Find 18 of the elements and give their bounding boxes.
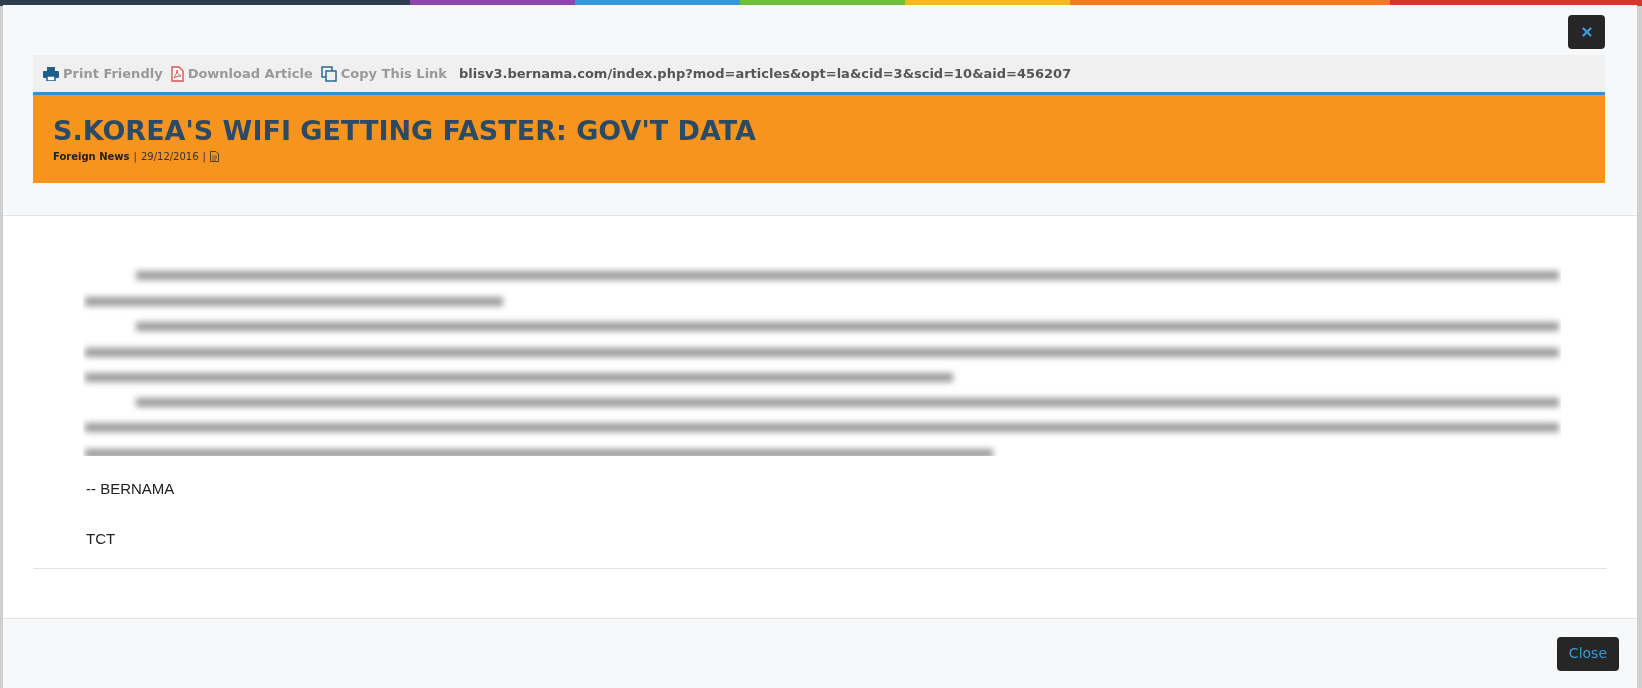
article-url: blisv3.bernama.com/index.php?mod=articles&opt=la&cid=3&scid=10&aid=456207 — [459, 64, 1072, 83]
toolbar-link[interactable]: Download Article — [170, 63, 313, 84]
signature-line: TCT — [86, 530, 117, 548]
toolbar-link[interactable]: Print Friendly — [43, 63, 163, 84]
separator: | — [133, 150, 137, 164]
date-label: 29/12/2016 — [140, 150, 199, 164]
signature-line: -- BERNAMA — [86, 480, 176, 498]
pdf-file-icon — [170, 65, 184, 82]
close-icon — [1579, 25, 1594, 39]
printer-icon — [43, 66, 59, 81]
close-button[interactable]: Close — [1556, 636, 1619, 671]
close-button[interactable] — [1568, 15, 1605, 49]
toolbar-link[interactable]: Copy This Link — [320, 63, 447, 84]
article-title: S.KOREA'S WIFI GETTING FASTER: GOV'T DATA — [53, 115, 757, 147]
copy-icon — [320, 65, 337, 82]
document-icon — [209, 151, 219, 162]
category-label: Foreign News — [53, 150, 130, 164]
separator: | — [202, 150, 206, 164]
